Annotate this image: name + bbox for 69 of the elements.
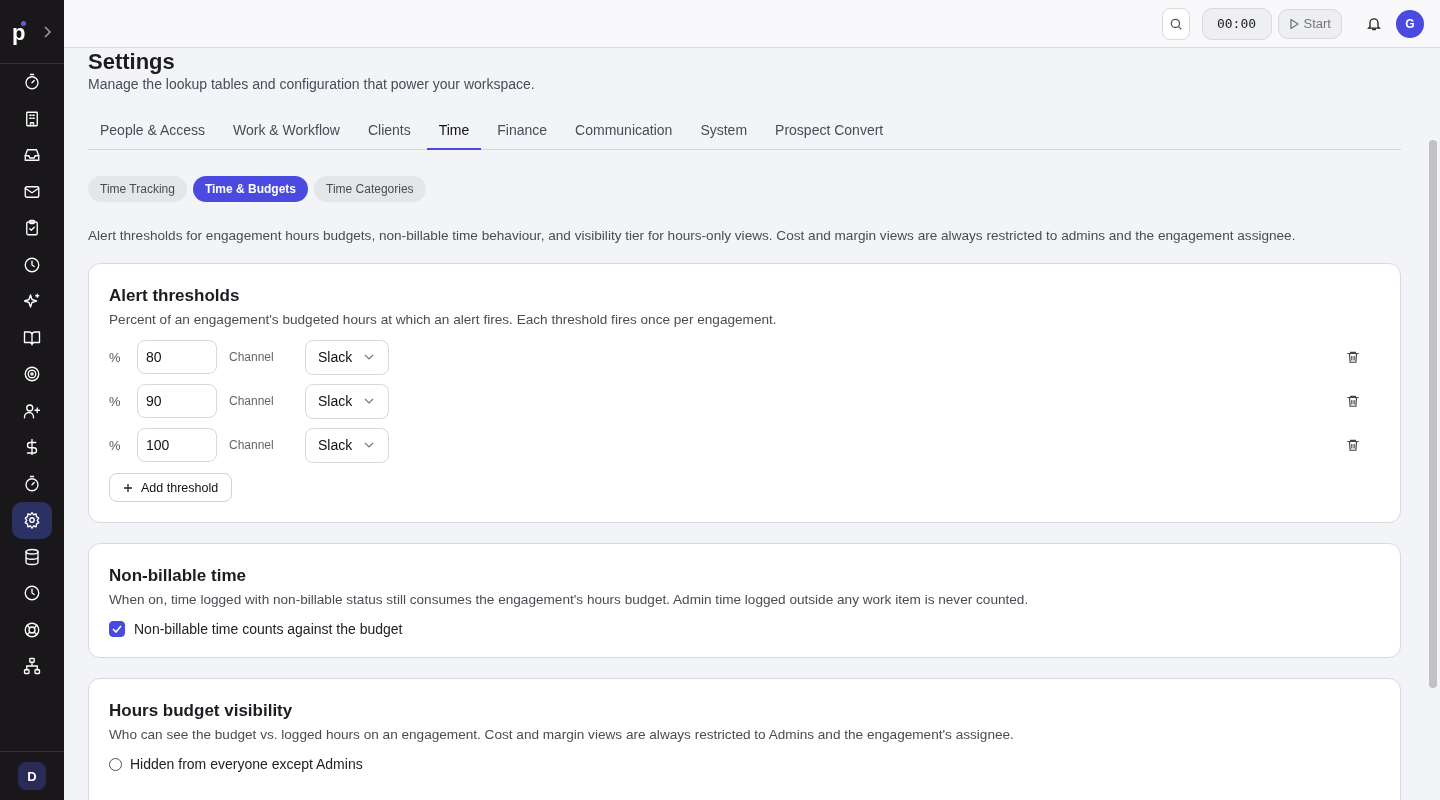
card-title: Alert thresholds [109,286,241,306]
settings-nav-item[interactable] [12,502,52,539]
delete-icon[interactable] [1346,350,1360,364]
settings-tab[interactable]: People & Access [88,112,218,150]
user-avatar[interactable]: D [18,762,46,790]
plus-icon [123,482,133,493]
settings-tab[interactable]: Prospect Convert [763,112,896,150]
settings-icon [23,511,41,530]
card-description: Percent of an engagement's budgeted hours at which an alert fires. Each threshold fires once per engagement. [109,312,778,327]
settings-tab[interactable]: System [688,112,760,150]
page-title: Settings [88,50,176,74]
subtab-pill[interactable]: Time & Budgets [192,176,309,202]
threshold-input[interactable]: 100 [137,428,217,462]
radio-label: Hidden from everyone except Admins [130,756,363,772]
network-icon [23,657,41,676]
percent-label: % [109,437,122,453]
chevron-right-icon[interactable] [42,24,52,39]
timer-icon [23,73,41,92]
checkbox[interactable] [109,621,125,637]
lifebuoy-icon [23,620,41,639]
play-icon [1288,17,1300,30]
chevron-down-icon [364,398,374,404]
channel-select[interactable]: Slack [305,339,389,375]
search-button[interactable] [1161,7,1190,40]
settings-tab[interactable]: Clients [355,112,423,150]
checkmark-icon [112,625,122,633]
checkbox-label: Non-billable time counts against the budget [134,621,403,637]
channel-label: Channel [229,394,275,408]
start-button[interactable]: Start [1277,8,1342,39]
card-title: Non-billable time [109,566,247,586]
clock-icon [23,584,41,603]
chevron-down-icon [364,442,374,448]
card-description: When on, time logged with non-billable status still consumes the engagement's hours budget. Admin time logged outside any work item is never counted. [109,592,1030,607]
page-subtitle: Manage the lookup tables and configuration that power your workspace. [88,76,536,92]
timer-icon [23,474,41,493]
delete-icon[interactable] [1346,438,1360,452]
channel-select[interactable]: Slack [305,427,389,463]
settings-tab[interactable]: Finance [485,112,560,150]
delete-icon[interactable] [1346,394,1360,408]
channel-select[interactable]: Slack [305,383,389,419]
add-threshold-button[interactable]: Add threshold [109,473,233,502]
timer-display: 00:00 [1201,7,1272,40]
user-avatar[interactable]: G [1396,9,1424,38]
sparkles-icon [23,292,41,311]
subtab-pill[interactable]: Time Tracking [88,176,187,202]
threshold-input[interactable]: 90 [137,384,217,418]
search-icon [1168,16,1183,31]
user-plus-icon [23,401,41,420]
clock-icon [23,255,41,274]
settings-tab[interactable]: Time [426,112,482,150]
building-icon [23,109,41,128]
database-icon [23,547,41,566]
settings-tab[interactable]: Communication [563,112,685,150]
subtab-pill[interactable]: Time Categories [314,176,426,202]
clipboard-icon [23,219,41,238]
card-description: Who can see the budget vs. logged hours on an engagement. Cost and margin views are always restricted to Admins and the engagement's assignee. [109,727,1015,742]
card-title: Hours budget visibility [109,701,294,721]
channel-label: Channel [229,350,275,364]
target-icon [23,365,41,384]
percent-label: % [109,349,122,365]
percent-label: % [109,393,122,409]
settings-tab[interactable]: Work & Workflow [221,112,352,150]
chevron-down-icon [364,354,374,360]
section-description: Alert thresholds for engagement hours budgets, non-billable time behaviour, and visibility tier for hours-only views. Cost and margin views are always restricted to admins and the engagement assignee. [88,228,1297,243]
channel-label: Channel [229,438,275,452]
book-icon [23,328,41,347]
threshold-input[interactable]: 80 [137,340,217,374]
app-logo[interactable]: p [12,19,32,44]
notifications-icon[interactable] [1366,15,1382,32]
